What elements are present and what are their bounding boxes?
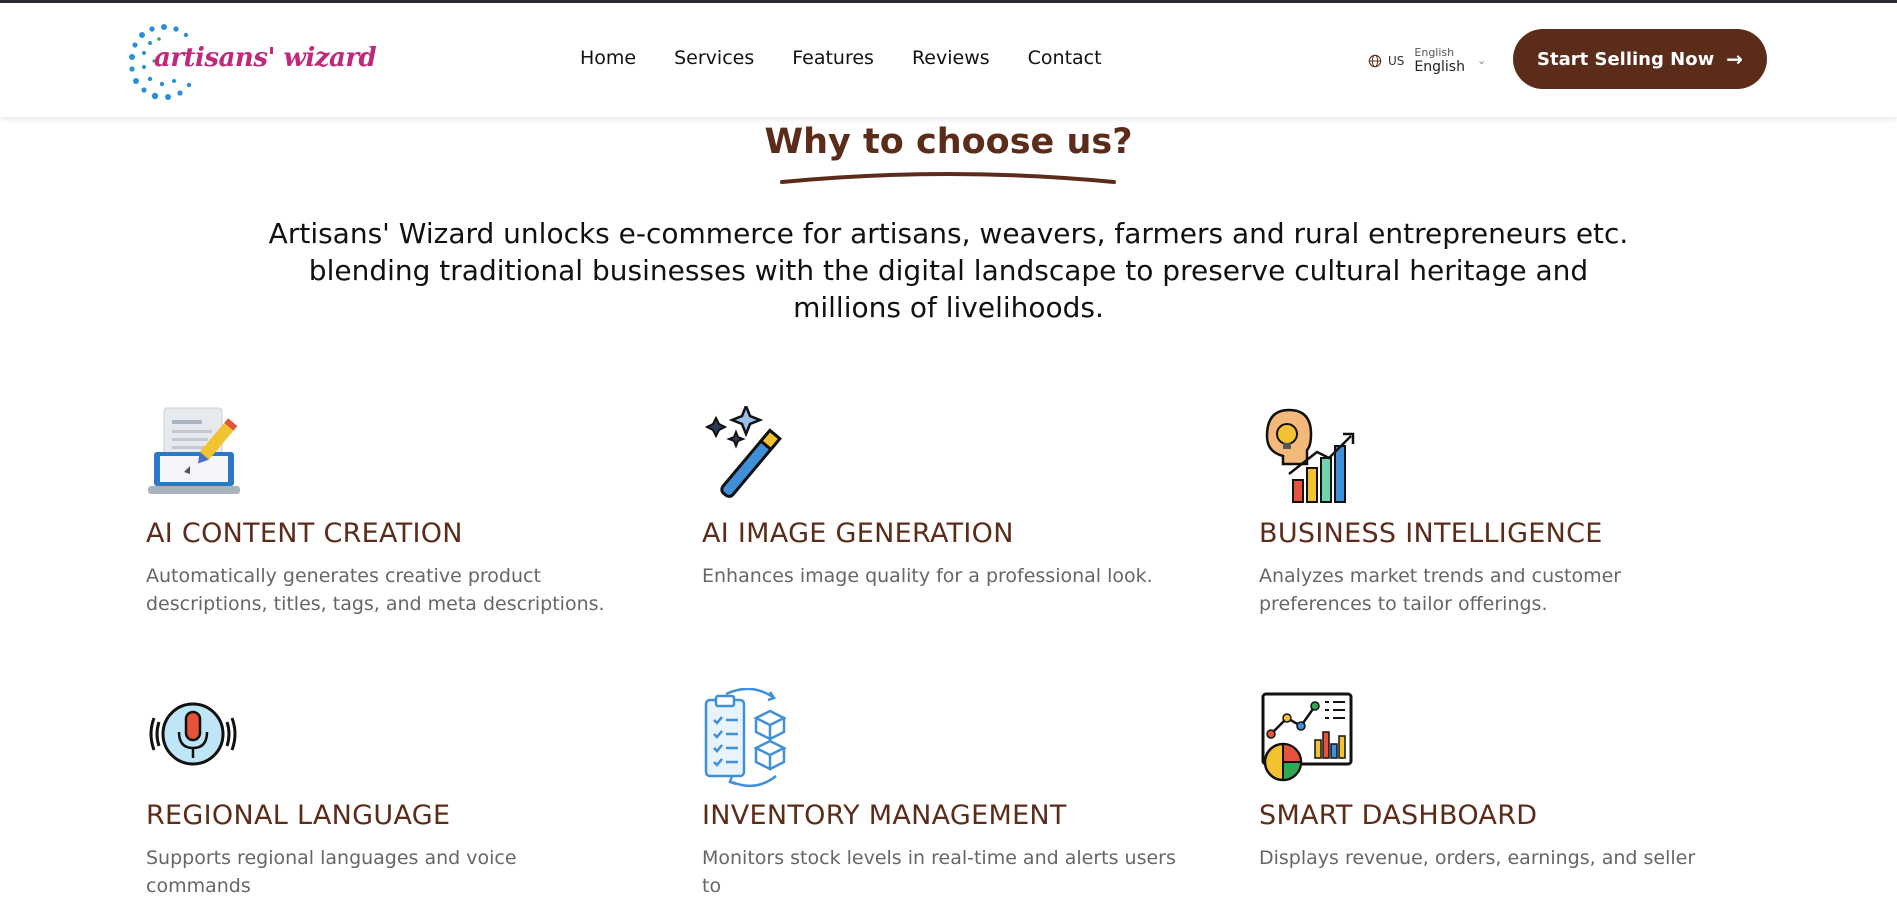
language-label: English [1414, 59, 1465, 75]
idea-head-growth-chart-icon [1265, 408, 1355, 503]
intro-line: Artisans' Wizard unlocks e-commerce for … [268, 217, 1629, 250]
nav-services[interactable]: Services [674, 47, 754, 69]
feature-title: INVENTORY MANAGEMENT [702, 800, 1067, 831]
feature-description: Displays revenue, orders, earnings, and … [1259, 847, 1696, 869]
brand-name: artisans' wizard [154, 43, 377, 73]
section-title: Why to choose us? [764, 122, 1133, 162]
nav-home[interactable]: Home [580, 47, 636, 69]
dashboard-charts-icon [1261, 692, 1353, 782]
feature-description: Analyzes market trends and customer pref… [1259, 565, 1622, 615]
feature-title: SMART DASHBOARD [1259, 800, 1538, 831]
language-label-small: English [1414, 46, 1455, 59]
language-selector[interactable]: US English English ⌄ [1368, 47, 1486, 74]
intro-text: Artisans' Wizard unlocks e-commerce for … [240, 215, 1657, 326]
feature-card: AI IMAGE GENERATION Enhances image quali… [702, 406, 1182, 626]
chevron-down-icon: ⌄ [1476, 54, 1487, 67]
title-underline [780, 172, 1116, 184]
feature-description: Automatically generates creative product… [146, 565, 605, 615]
start-selling-label: Start Selling Now [1537, 48, 1715, 70]
main-nav: Home Services Features Reviews Contact [580, 47, 1140, 69]
start-selling-button[interactable]: Start Selling Now → [1513, 29, 1767, 89]
globe-icon [1368, 54, 1382, 67]
clipboard-boxes-sync-icon [704, 688, 787, 788]
feature-card: SMART DASHBOARD Displays revenue, orders… [1259, 688, 1739, 869]
nav-features[interactable]: Features [792, 47, 874, 69]
magic-wand-icon [704, 406, 782, 498]
feature-card: AI CONTENT CREATION Automatically genera… [146, 406, 626, 626]
site-header: artisans' wizard Home Services Features … [0, 3, 1897, 117]
feature-card: INVENTORY MANAGEMENT Monitors stock leve… [702, 688, 1182, 897]
brand-logo[interactable]: artisans' wizard [124, 21, 377, 101]
microphone-voice-icon [149, 702, 237, 766]
laptop-document-pencil-icon [148, 407, 240, 494]
feature-description: Monitors stock levels in real-time and a… [702, 847, 1176, 897]
language-code: US [1388, 53, 1405, 68]
feature-title: AI IMAGE GENERATION [702, 518, 1014, 549]
feature-title: AI CONTENT CREATION [146, 518, 463, 549]
feature-description: Supports regional languages and voice co… [146, 847, 517, 897]
feature-card: BUSINESS INTELLIGENCE Analyzes market tr… [1259, 406, 1739, 626]
arrow-right-icon: → [1726, 47, 1743, 71]
intro-line: blending traditional businesses with the… [308, 254, 1589, 287]
feature-title: BUSINESS INTELLIGENCE [1259, 518, 1603, 549]
nav-contact[interactable]: Contact [1028, 47, 1102, 69]
feature-card: REGIONAL LANGUAGE Supports regional lang… [146, 688, 626, 897]
intro-line: millions of livelihoods. [793, 291, 1104, 324]
feature-description: Enhances image quality for a professiona… [702, 565, 1153, 587]
feature-title: REGIONAL LANGUAGE [146, 800, 451, 831]
nav-reviews[interactable]: Reviews [912, 47, 990, 69]
